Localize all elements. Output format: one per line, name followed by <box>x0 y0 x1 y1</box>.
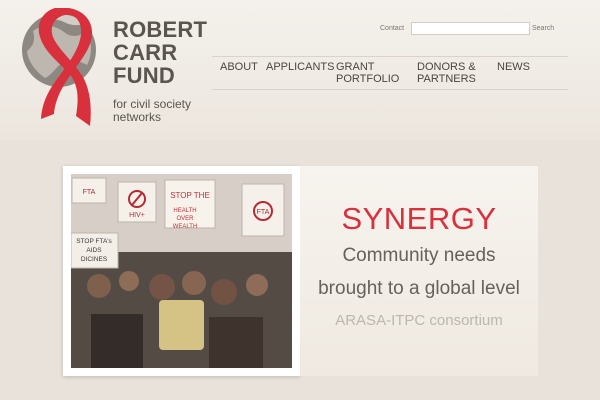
protest-sign-text: STOP FTA's <box>76 238 112 245</box>
protest-sign-text: FTA <box>257 209 270 216</box>
protest-photo[interactable]: FTA STOP FTA's AIDS DICINES HIV+ STOP TH… <box>71 174 292 368</box>
feature-line-2: brought to a global level <box>318 278 520 299</box>
feature-line-1: Community needs <box>342 245 496 266</box>
protest-sign-text: OVER <box>176 216 194 222</box>
brand-name-line: FUND <box>113 63 175 88</box>
brand-tagline-line: networks <box>113 110 162 124</box>
nav-item-grant-portfolio[interactable]: GRANT PORTFOLIO <box>336 61 406 85</box>
protest-sign-text: HEALTH <box>173 208 196 214</box>
protest-sign-text: AIDS <box>86 247 102 254</box>
contact-link[interactable]: Contact <box>380 25 404 32</box>
nav-item-about[interactable]: ABOUT <box>220 61 258 73</box>
protest-sign-text: DICINES <box>81 256 108 263</box>
protest-sign-text: STOP THE <box>170 191 210 200</box>
brand-name[interactable]: ROBERT CARR FUND <box>113 18 207 87</box>
nav-item-applicants[interactable]: APPLICANTS <box>266 61 334 73</box>
search-button[interactable]: Search <box>532 25 554 32</box>
feature-photo-frame[interactable]: FTA STOP FTA's AIDS DICINES HIV+ STOP TH… <box>63 166 300 376</box>
feature-title: SYNERGY <box>341 201 497 236</box>
nav-divider-top <box>212 56 568 57</box>
nav-item-donors-partners[interactable]: DONORS & PARTNERS <box>417 61 479 85</box>
nav-divider-bottom <box>212 89 568 90</box>
brand-name-line: ROBERT <box>113 17 208 42</box>
nav-item-news[interactable]: NEWS <box>497 61 530 73</box>
protest-photo-art: FTA STOP FTA's AIDS DICINES HIV+ STOP TH… <box>71 174 292 368</box>
protest-sign-text: FTA <box>83 189 96 196</box>
feature-source: ARASA-ITPC consortium <box>335 312 503 329</box>
brand-tagline: for civil society networks <box>113 98 191 124</box>
feature-panel[interactable]: SYNERGY Community needs brought to a glo… <box>300 166 538 376</box>
search-input[interactable] <box>411 22 530 35</box>
globe-with-red-ribbon-icon[interactable] <box>20 8 100 126</box>
brand-name-line: CARR <box>113 40 178 65</box>
protest-sign-text: HIV+ <box>129 212 145 219</box>
protest-sign-text: WEALTH <box>173 224 198 230</box>
